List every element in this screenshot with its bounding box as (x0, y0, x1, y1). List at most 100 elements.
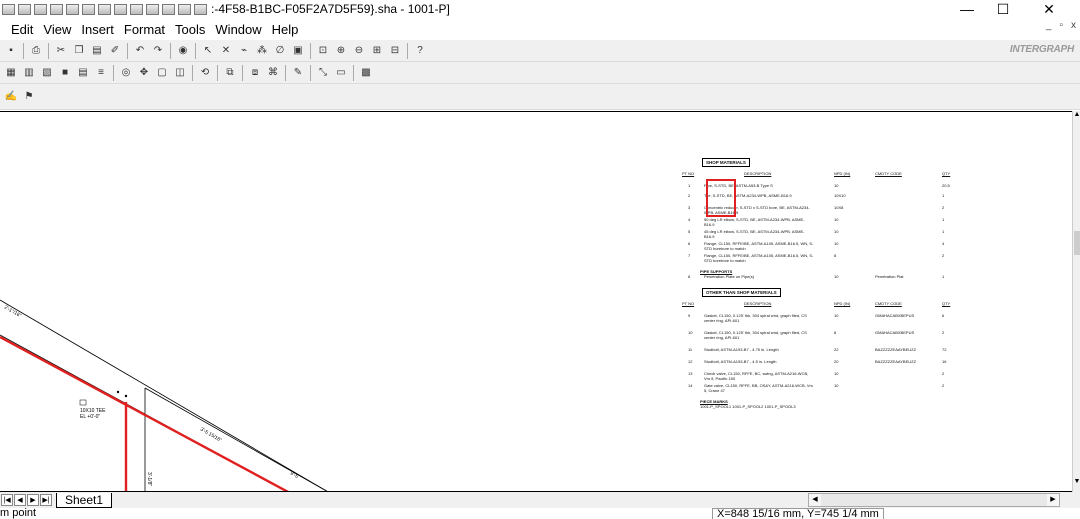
bom-cell-desc: 90 deg LR elbow, S-STD, BE, ASTM-A234-WP… (704, 216, 805, 228)
scroll-thumb[interactable] (1074, 231, 1080, 255)
zoom-out-icon[interactable]: ⊖ (352, 44, 366, 58)
format-painter-icon[interactable]: ✐ (108, 44, 122, 58)
chart-icon[interactable]: ▩ (359, 66, 373, 80)
callout-elevation: EL +0'-0" (80, 414, 100, 420)
paste-icon[interactable]: ▤ (90, 44, 104, 58)
menu-view[interactable]: View (38, 22, 76, 37)
tool-icon[interactable] (66, 3, 79, 15)
layer-icon[interactable]: ▥ (22, 66, 36, 80)
bom-cell-desc: Penetration Plate on Pipe(s) (704, 273, 755, 279)
bom-cell-npd: 10 (834, 273, 839, 279)
tool-icon[interactable] (82, 3, 95, 15)
app-icon[interactable] (2, 3, 15, 15)
copy-drawing-icon[interactable]: ⧉ (223, 66, 237, 80)
bom-cell-code: BAZZZZZEAAYBEUZZ (875, 347, 917, 353)
tool-icon[interactable] (130, 3, 143, 15)
menu-insert[interactable]: Insert (76, 22, 119, 37)
menu-format[interactable]: Format (119, 22, 170, 37)
bom-cell-desc: Flange, CL150, RFFE/BE, ASTM-A105, ASME-… (704, 240, 814, 251)
last-sheet-icon[interactable]: ▶| (40, 494, 52, 506)
tool-icon[interactable] (34, 3, 47, 15)
scissors-tool-icon[interactable]: ✕ (219, 44, 233, 58)
undo-icon[interactable]: ↶ (133, 44, 147, 58)
edit-tool-icon[interactable]: ✍ (4, 90, 18, 104)
split-icon[interactable]: ◫ (173, 66, 187, 80)
pan-icon[interactable]: ⊟ (388, 44, 402, 58)
mdi-minimize-button[interactable]: _ (1046, 20, 1052, 31)
scroll-up-icon[interactable]: ▲ (1073, 111, 1080, 125)
tool-icon[interactable] (162, 3, 175, 15)
symbol-icon[interactable]: ⁂ (255, 44, 269, 58)
tool-icon[interactable] (98, 3, 111, 15)
circle-icon[interactable]: ◎ (119, 66, 133, 80)
layer-icon[interactable]: ▧ (40, 66, 54, 80)
bom-cell-desc: Check valve, CL150, RFFE, BC, swing, AST… (704, 370, 809, 382)
sheet-tab[interactable]: Sheet1 (56, 492, 113, 508)
menu-edit[interactable]: Edit (6, 22, 38, 37)
move-icon[interactable]: ✥ (137, 66, 151, 80)
menu-help[interactable]: Help (267, 22, 304, 37)
close-button[interactable]: ✕ (1026, 0, 1072, 18)
horizontal-scrollbar[interactable]: ◀ ▶ (808, 493, 1060, 507)
mdi-close-button[interactable]: x (1071, 20, 1076, 31)
tools-toolbar: ✍ ⚑ (0, 84, 1080, 110)
toolbar-separator (217, 64, 218, 81)
zoom-area-icon[interactable]: ⊡ (316, 44, 330, 58)
measure-icon[interactable]: ⤡ (316, 66, 330, 80)
tool-icon[interactable] (114, 3, 127, 15)
tool-icon[interactable] (146, 3, 159, 15)
tool-icon[interactable] (178, 3, 191, 15)
globe-icon[interactable]: ◉ (176, 44, 190, 58)
scroll-right-icon[interactable]: ▶ (1047, 494, 1059, 506)
connector-icon[interactable]: ⌁ (237, 44, 251, 58)
first-sheet-icon[interactable]: |◀ (1, 494, 13, 506)
flag-tool-icon[interactable]: ⚑ (22, 90, 36, 104)
prev-sheet-icon[interactable]: ◀ (14, 494, 26, 506)
dimension-line (0, 299, 328, 491)
bom-cell-desc: Flange, CL150, RFFE/BE, ASTM-A105, ASME-… (704, 252, 814, 263)
help-pointer-icon[interactable]: ? (413, 44, 427, 58)
menu-bar: Edit View Insert Format Tools Window Hel… (0, 18, 1080, 40)
bom-row: 10 Gasket, CL150, 0.125' thk, 304 spiral … (682, 330, 962, 347)
menu-window[interactable]: Window (210, 22, 266, 37)
bom-row: 7 Flange, CL150, RFFE/BE, ASTM-A105, ASME… (682, 253, 962, 265)
menu-tools[interactable]: Tools (170, 22, 210, 37)
bom-cell-pt: 8 (688, 273, 691, 279)
mdi-restore-button[interactable]: ▫ (1059, 20, 1063, 31)
table-icon[interactable]: ▤ (76, 66, 90, 80)
bom-cell-npd: 10 (834, 240, 839, 246)
grid-icon[interactable]: ▦ (4, 66, 18, 80)
scroll-down-icon[interactable]: ▼ (1073, 478, 1080, 492)
copy-icon[interactable]: ❐ (72, 44, 86, 58)
bom-row: 5 45 deg LR elbow, S-STD, BE, ASTM-A234-W… (682, 229, 962, 241)
bom-cell-qty: 2 (942, 330, 945, 336)
tool-icon[interactable] (50, 3, 63, 15)
print-icon[interactable]: ⎙ (29, 44, 43, 58)
frame-icon[interactable]: ▢ (155, 66, 169, 80)
toolbar-separator (242, 64, 243, 81)
cut-icon[interactable]: ✂ (54, 44, 68, 58)
redo-icon[interactable]: ↷ (151, 44, 165, 58)
lasso-icon[interactable]: ∅ (273, 44, 287, 58)
group-icon[interactable]: ⧈ (248, 66, 262, 80)
tool-icon[interactable] (194, 3, 207, 15)
tool-icon[interactable] (18, 3, 31, 15)
rotate-icon[interactable]: ⟲ (198, 66, 212, 80)
vertical-scrollbar[interactable]: ▲ ▼ (1072, 111, 1080, 492)
drawing-toolbar: ▦ ▥ ▧ ■ ▤ ≡ ◎ ✥ ▢ ◫ ⟲ ⧉ ⧈ ⌘ ✎ ⤡ ▭ ▩ (0, 62, 1080, 84)
next-sheet-icon[interactable]: ▶ (27, 494, 39, 506)
fill-icon[interactable]: ■ (58, 66, 72, 80)
select-tool-icon[interactable]: ↖ (201, 44, 215, 58)
macro-icon[interactable]: ▣ (291, 44, 305, 58)
save-icon[interactable]: ▪ (4, 44, 18, 58)
list-icon[interactable]: ≡ (94, 66, 108, 80)
zoom-in-icon[interactable]: ⊕ (334, 44, 348, 58)
pen-icon[interactable]: ✎ (291, 66, 305, 80)
highlight-box (706, 179, 736, 217)
window-icon[interactable]: ▭ (334, 66, 348, 80)
ungroup-icon[interactable]: ⌘ (266, 66, 280, 80)
mdi-controls: _ ▫ x (1046, 20, 1076, 31)
maximize-button[interactable]: ☐ (980, 0, 1026, 18)
fit-icon[interactable]: ⊞ (370, 44, 384, 58)
scroll-left-icon[interactable]: ◀ (809, 494, 821, 506)
